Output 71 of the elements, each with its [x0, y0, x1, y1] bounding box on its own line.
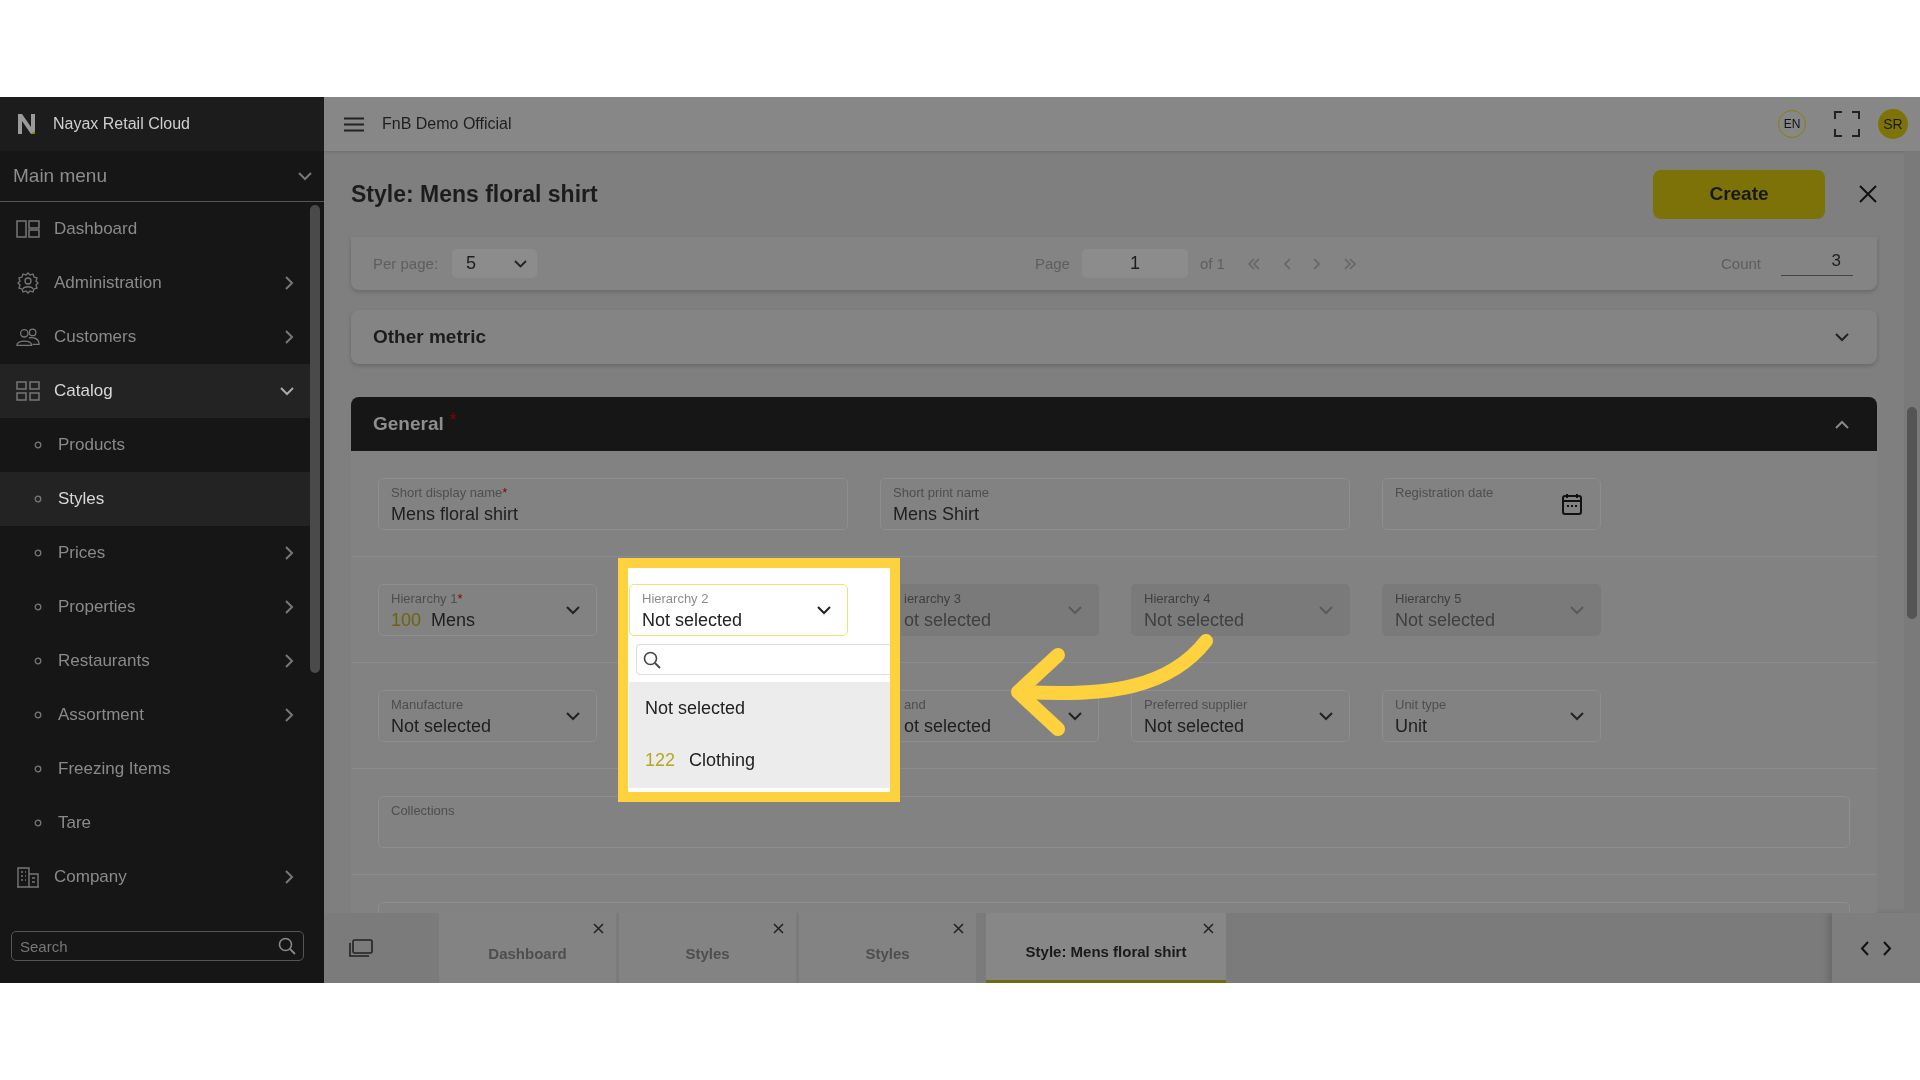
- chevron-down-icon: [1319, 606, 1333, 615]
- bullet-icon: [34, 441, 42, 449]
- dropdown-option[interactable]: 122 Clothing: [629, 734, 890, 786]
- bullet-icon: [34, 657, 42, 665]
- nav-subitem[interactable]: Freezing Items: [0, 742, 310, 796]
- close-icon[interactable]: [953, 923, 964, 934]
- section-header[interactable]: Other metric: [351, 310, 1877, 364]
- windows-icon[interactable]: [349, 939, 373, 957]
- chevron-down-icon: [1570, 606, 1584, 615]
- tab[interactable]: Style: Mens floral shirt: [986, 913, 1226, 983]
- nav-subitem[interactable]: Restaurants: [0, 634, 310, 688]
- nav-subitem[interactable]: Assortment: [0, 688, 310, 742]
- app-name: Nayax Retail Cloud: [53, 115, 190, 133]
- close-icon[interactable]: [1203, 923, 1214, 934]
- bullet-icon: [34, 495, 42, 503]
- calendar-icon: [1562, 493, 1582, 515]
- chevron-down-icon: [1068, 712, 1082, 721]
- chevron-down-icon: [298, 171, 312, 181]
- user-avatar[interactable]: SR: [1878, 109, 1908, 139]
- search-icon: [643, 650, 661, 669]
- close-icon[interactable]: [1859, 185, 1877, 203]
- section-header[interactable]: General *: [351, 397, 1877, 451]
- menu-icon[interactable]: [344, 116, 364, 132]
- required-mark: *: [449, 409, 457, 431]
- count-value: 3: [1781, 251, 1853, 276]
- nav-item[interactable]: Customers: [0, 310, 310, 364]
- search-icon: [278, 937, 296, 955]
- people-icon: [16, 327, 40, 347]
- building-icon: [16, 866, 40, 888]
- per-page-select[interactable]: 5: [452, 249, 538, 278]
- bullet-icon: [34, 765, 42, 773]
- dropdown-search-field[interactable]: [636, 644, 890, 675]
- organization-name: FnB Demo Official: [382, 115, 512, 133]
- scroll-right-icon[interactable]: [1883, 940, 1892, 956]
- bullet-icon: [34, 549, 42, 557]
- create-button[interactable]: Create: [1653, 169, 1825, 219]
- chevron-down-icon: [566, 606, 580, 615]
- chevron-down-icon: [514, 259, 528, 268]
- nav-item[interactable]: Catalog: [0, 364, 310, 418]
- dashboard-icon: [16, 220, 40, 238]
- close-icon[interactable]: [593, 923, 604, 934]
- chevron-down-icon: [817, 606, 831, 615]
- nav-item[interactable]: Company: [0, 850, 310, 904]
- nav-item[interactable]: Administration: [0, 256, 310, 310]
- nav-subitem[interactable]: Properties: [0, 580, 310, 634]
- page-input[interactable]: 1: [1081, 249, 1188, 278]
- grid-icon: [16, 381, 40, 401]
- bullet-icon: [34, 603, 42, 611]
- chevron-down-icon: [1570, 712, 1584, 721]
- close-icon[interactable]: [773, 923, 784, 934]
- dropdown-option[interactable]: Not selected: [629, 682, 890, 734]
- logo-icon: [17, 113, 37, 135]
- scrollbar-thumb[interactable]: [310, 205, 320, 673]
- search-field[interactable]: Search: [11, 931, 304, 961]
- chevron-down-icon: [1319, 712, 1333, 721]
- chevron-down-icon: [566, 712, 580, 721]
- nav-subitem[interactable]: Prices: [0, 526, 310, 580]
- fullscreen-icon[interactable]: [1834, 111, 1860, 137]
- select-field[interactable]: Hierarchy 2 Not selected: [629, 584, 848, 636]
- bullet-icon: [34, 819, 42, 827]
- nav-subitem[interactable]: Styles: [0, 472, 310, 526]
- nav-subitem[interactable]: Tare: [0, 796, 310, 850]
- page-title: Style: Mens floral shirt: [351, 180, 598, 208]
- scroll-left-icon[interactable]: [1860, 940, 1869, 956]
- section-title: General: [373, 413, 444, 435]
- scrollbar-thumb[interactable]: [1907, 407, 1917, 619]
- nav-subitem[interactable]: Products: [0, 418, 310, 472]
- gear-person-icon: [16, 271, 40, 295]
- nav-item[interactable]: Dashboard: [0, 202, 310, 256]
- chevron-down-icon: [1068, 606, 1082, 615]
- bullet-icon: [34, 711, 42, 719]
